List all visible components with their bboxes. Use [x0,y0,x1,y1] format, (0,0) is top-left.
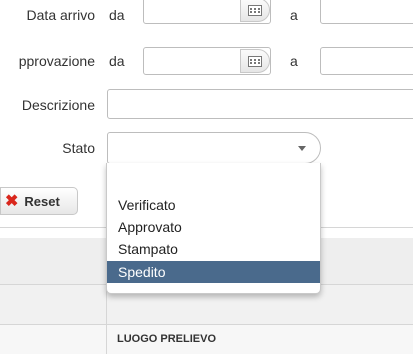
data-arrivo-calendar-button[interactable] [240,0,270,22]
calendar-icon [248,55,262,67]
dropdown-option-empty[interactable] [107,171,320,193]
approvazione-to-label: a [290,53,298,69]
dropdown-option-approvato[interactable]: Approvato [107,216,320,238]
approvazione-label: pprovazione [18,53,95,69]
stato-select[interactable] [107,132,321,164]
dropdown-option-verificato[interactable]: Verificato [107,194,320,216]
data-arrivo-label: Data arrivo [26,7,95,23]
approvazione-to-input[interactable] [320,47,413,75]
descrizione-label: Descrizione [21,97,95,113]
data-arrivo-to-input[interactable] [320,0,413,24]
dropdown-option-spedito[interactable]: Spedito [107,261,320,283]
data-arrivo-to-label: a [290,7,298,23]
column-header-luogo-prelievo[interactable]: LUOGO PRELIEVO [117,333,216,345]
stato-dropdown-list: Verificato Approvato Stampato Spedito [106,163,321,294]
approvazione-from-label: da [109,53,125,69]
dropdown-option-stampato[interactable]: Stampato [107,238,320,260]
data-arrivo-from-label: da [109,7,125,23]
close-icon: ✖ [5,193,19,210]
chevron-down-icon [298,146,306,151]
stato-label: Stato [62,140,95,156]
calendar-icon [248,4,262,16]
descrizione-input[interactable] [107,89,413,119]
approvazione-calendar-button[interactable] [240,49,270,73]
reset-button[interactable]: ✖ Reset [0,187,78,215]
reset-button-label: Reset [24,193,60,209]
